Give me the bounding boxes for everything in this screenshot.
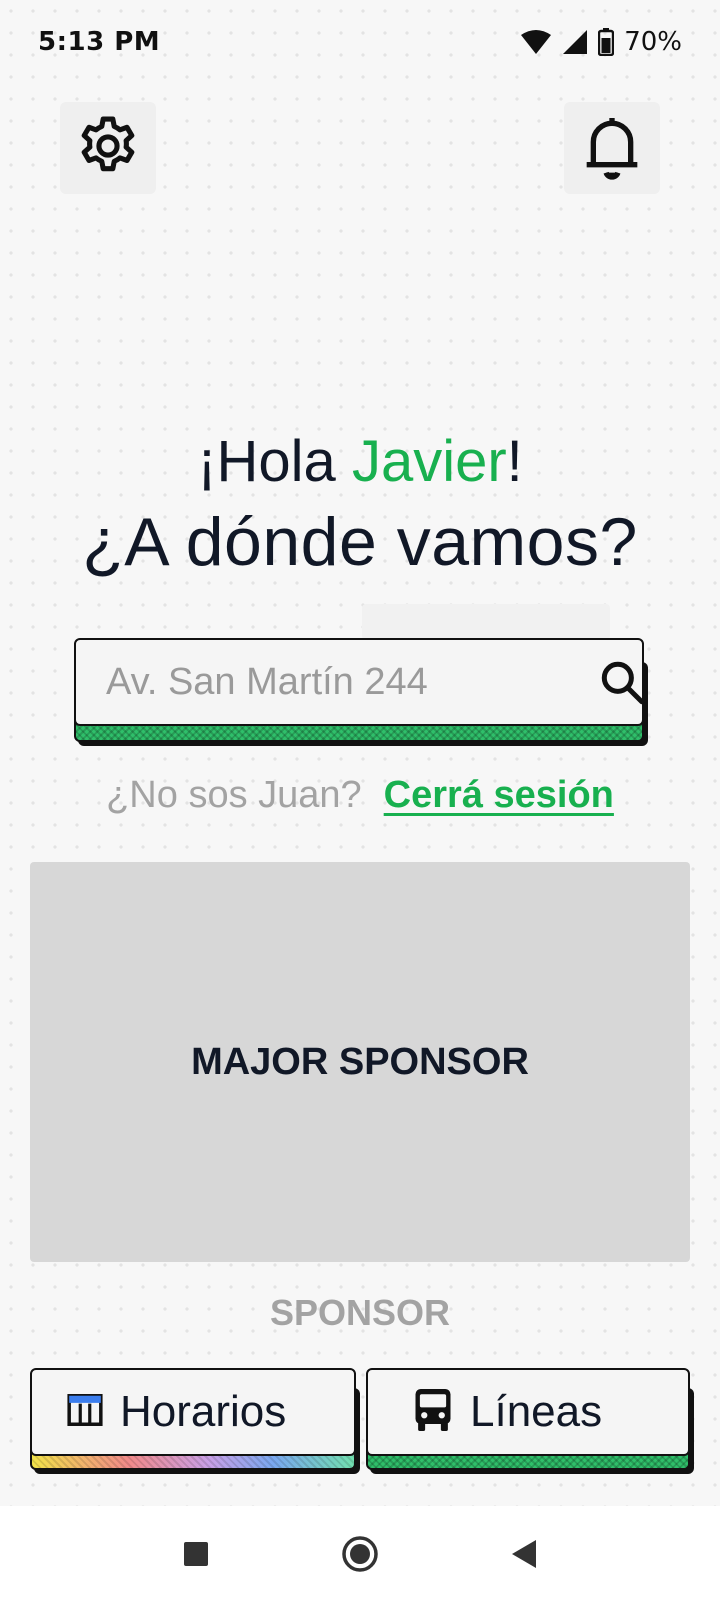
notifications-button[interactable] — [564, 102, 660, 194]
greeting-question: ¿A dónde vamos? — [82, 504, 638, 580]
status-time: 5:13 PM — [38, 27, 161, 57]
schedules-label: Horarios — [120, 1387, 287, 1436]
logout-link[interactable]: Cerrá sesión — [384, 774, 614, 816]
sponsor-label: SPONSOR — [269, 1292, 451, 1333]
bus-icon — [412, 1387, 454, 1437]
greeting-prefix: ¡Hola — [197, 429, 352, 494]
lines-button-face[interactable]: Líneas — [366, 1368, 690, 1456]
signal-icon — [562, 29, 588, 55]
battery-icon — [598, 28, 615, 56]
wifi-icon — [520, 29, 552, 55]
back-icon[interactable] — [504, 1534, 544, 1574]
system-nav-bar — [0, 1506, 720, 1600]
settings-button[interactable] — [60, 102, 156, 194]
not-you-text: ¿No sos Juan? — [106, 774, 362, 816]
lines-button[interactable]: Líneas — [366, 1368, 694, 1474]
tooltip-placeholder — [362, 604, 610, 640]
lines-label: Líneas — [470, 1387, 603, 1436]
search-field[interactable] — [74, 638, 647, 726]
major-sponsor-label: MAJOR SPONSOR — [191, 1040, 529, 1083]
recents-icon[interactable] — [176, 1534, 216, 1574]
calendar-table-icon — [66, 1391, 104, 1433]
greeting-suffix: ! — [506, 429, 523, 494]
schedules-button[interactable]: Horarios — [30, 1368, 360, 1474]
search-input[interactable] — [104, 659, 597, 705]
search-box[interactable] — [74, 638, 648, 746]
gear-icon — [74, 112, 142, 184]
major-sponsor-banner[interactable]: MAJOR SPONSOR — [30, 862, 690, 1262]
status-bar: 5:13 PM 70% — [0, 0, 720, 84]
schedules-button-face[interactable]: Horarios — [30, 1368, 356, 1456]
battery-percent: 70% — [624, 27, 682, 57]
status-icons: 70% — [520, 27, 682, 57]
home-icon[interactable] — [340, 1534, 380, 1574]
greeting-hello: ¡Hola Javier! — [0, 424, 720, 500]
search-icon[interactable] — [597, 656, 647, 708]
greeting: ¡Hola Javier! ¿A dónde vamos? — [0, 424, 720, 584]
bell-icon — [580, 111, 644, 185]
user-name: Javier — [351, 429, 507, 494]
session-row: ¿No sos Juan? Cerrá sesión — [0, 774, 720, 817]
